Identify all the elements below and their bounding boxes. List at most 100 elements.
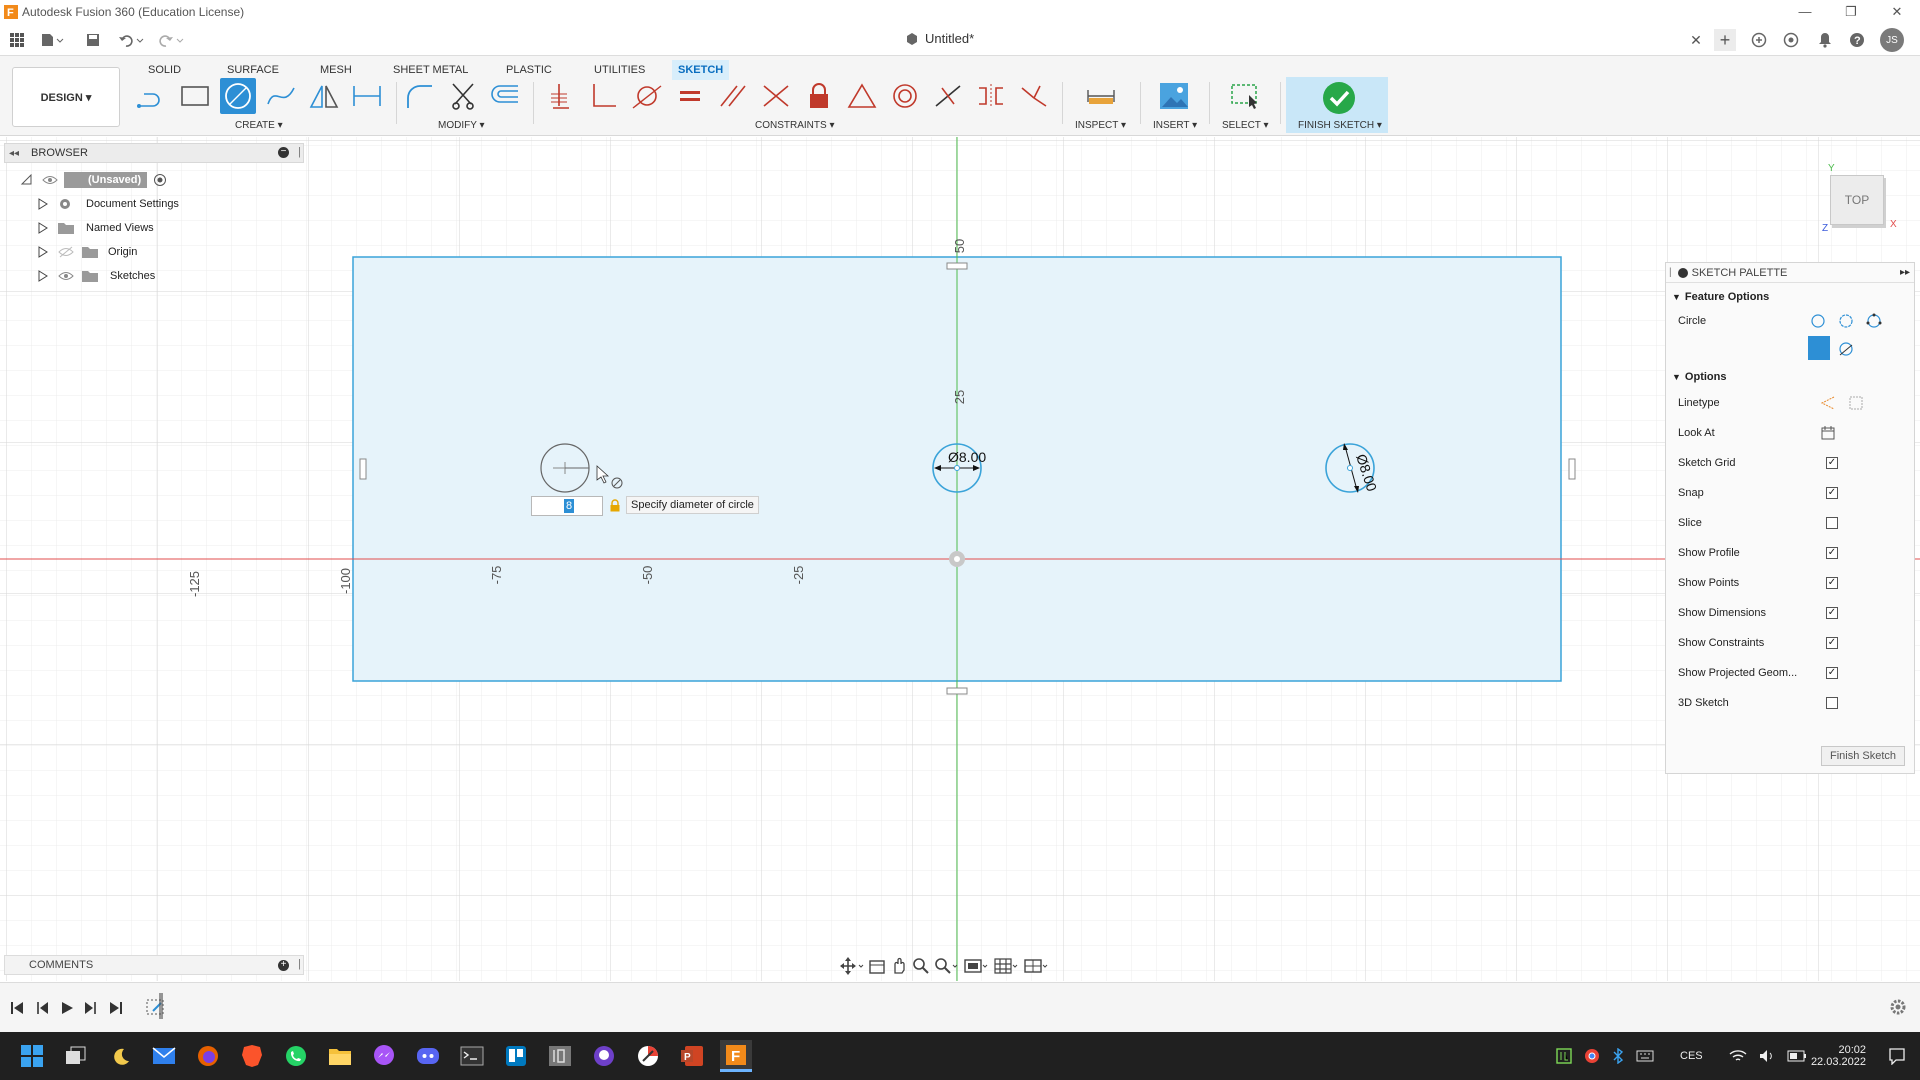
- timeline-previous-icon[interactable]: [35, 1001, 49, 1015]
- app-icon-colored[interactable]: [632, 1040, 664, 1072]
- show-profile-checkbox[interactable]: ✓: [1826, 547, 1838, 559]
- design-workspace-button[interactable]: DESIGN ▾: [12, 67, 120, 127]
- two-point-circle-icon[interactable]: [1838, 313, 1854, 329]
- coincident-constraint-icon[interactable]: [543, 78, 579, 114]
- save-icon[interactable]: [82, 29, 104, 51]
- terminal-icon[interactable]: [456, 1040, 488, 1072]
- circle-tool-icon[interactable]: [220, 78, 256, 114]
- select-menu[interactable]: SELECT ▾: [1222, 120, 1269, 131]
- expand-triangle-icon[interactable]: [38, 222, 48, 234]
- fix-constraint-icon[interactable]: [801, 78, 837, 114]
- 3d-sketch-checkbox[interactable]: [1826, 697, 1838, 709]
- undo-icon[interactable]: [116, 29, 146, 51]
- start-button-icon[interactable]: [16, 1040, 48, 1072]
- tab-mesh[interactable]: MESH: [314, 60, 358, 80]
- pan-hand-icon[interactable]: [890, 957, 908, 975]
- view-cube-face-top[interactable]: TOP: [1830, 175, 1884, 225]
- close-window-button[interactable]: ✕: [1874, 0, 1920, 23]
- browser-item-sketches[interactable]: Sketches: [38, 266, 155, 286]
- orbit-icon[interactable]: [840, 957, 864, 975]
- tab-solid[interactable]: SOLID: [142, 60, 187, 80]
- comments-pin-icon[interactable]: |: [298, 958, 301, 970]
- show-constraints-checkbox[interactable]: ✓: [1826, 637, 1838, 649]
- feature-options-section[interactable]: ▼ Feature Options: [1672, 287, 1897, 307]
- fit-zoom-icon[interactable]: [934, 957, 960, 975]
- palette-options-icon[interactable]: [1677, 267, 1688, 278]
- collapse-triangle-icon[interactable]: [20, 174, 32, 186]
- browser-header[interactable]: ◂◂ BROWSER − |: [4, 143, 304, 163]
- constraints-menu[interactable]: CONSTRAINTS ▾: [755, 120, 834, 131]
- visibility-eye-icon[interactable]: [58, 270, 74, 282]
- close-tab-icon[interactable]: ✕: [1686, 29, 1706, 51]
- insert-menu[interactable]: INSERT ▾: [1153, 120, 1197, 131]
- zoom-icon[interactable]: [912, 957, 930, 975]
- document-tab[interactable]: Untitled*: [905, 31, 974, 46]
- tangent-circle-icon[interactable]: [1838, 341, 1854, 357]
- center-diameter-circle-icon[interactable]: [1810, 313, 1826, 329]
- curvature-constraint-icon[interactable]: [1016, 78, 1052, 114]
- redo-icon[interactable]: [156, 29, 186, 51]
- show-points-checkbox[interactable]: ✓: [1826, 577, 1838, 589]
- insert-image-icon[interactable]: [1156, 78, 1192, 114]
- volume-icon[interactable]: [1759, 1049, 1775, 1063]
- timeline-first-icon[interactable]: [10, 1001, 24, 1015]
- expand-triangle-icon[interactable]: [38, 198, 48, 210]
- offset-tool-icon[interactable]: [488, 78, 524, 114]
- messenger-icon[interactable]: [368, 1040, 400, 1072]
- parallel-constraint-icon[interactable]: [715, 78, 751, 114]
- arc-tool-icon[interactable]: [263, 78, 299, 114]
- expand-triangle-icon[interactable]: [38, 270, 48, 282]
- job-status-icon[interactable]: [1780, 29, 1802, 51]
- section-collapse-icon[interactable]: ▼: [1672, 372, 1681, 382]
- help-icon[interactable]: ?: [1846, 29, 1868, 51]
- tab-utilities[interactable]: UTILITIES: [588, 60, 651, 80]
- show-projected-geometry-checkbox[interactable]: ✓: [1826, 667, 1838, 679]
- user-avatar[interactable]: JS: [1880, 28, 1904, 52]
- app-grid-icon[interactable]: [6, 29, 28, 51]
- inspect-menu[interactable]: INSPECT ▾: [1075, 120, 1126, 131]
- fusion-360-taskbar-icon[interactable]: F: [720, 1040, 752, 1072]
- select-window-icon[interactable]: [1227, 78, 1263, 114]
- palette-expand-icon[interactable]: ▸▸: [1900, 267, 1910, 278]
- show-dimensions-checkbox[interactable]: ✓: [1826, 607, 1838, 619]
- display-settings-icon[interactable]: [964, 957, 990, 975]
- snap-checkbox[interactable]: ✓: [1826, 487, 1838, 499]
- discord-icon[interactable]: [412, 1040, 444, 1072]
- options-section[interactable]: ▼ Options: [1672, 367, 1897, 387]
- perpendicular-constraint-icon[interactable]: [586, 78, 622, 114]
- timeline-next-icon[interactable]: [84, 1001, 98, 1015]
- look-at-icon[interactable]: [1820, 425, 1836, 441]
- timeline-play-icon[interactable]: [60, 1001, 74, 1015]
- file-menu-icon[interactable]: [38, 29, 68, 51]
- timeline-sketch-item[interactable]: [145, 993, 167, 1019]
- palette-finish-sketch-button[interactable]: Finish Sketch: [1821, 746, 1905, 766]
- browser-item-document-settings[interactable]: Document Settings: [38, 194, 179, 214]
- modify-menu[interactable]: MODIFY ▾: [438, 120, 485, 131]
- task-view-icon[interactable]: [60, 1040, 92, 1072]
- browser-root-item[interactable]: (Unsaved): [20, 170, 167, 190]
- sketch-dimension-icon[interactable]: [349, 78, 385, 114]
- viewports-icon[interactable]: [1024, 957, 1050, 975]
- activate-radio-icon[interactable]: [153, 173, 167, 187]
- collapse-browser-icon[interactable]: ◂◂: [9, 148, 19, 159]
- rectangle-tool-icon[interactable]: [177, 78, 213, 114]
- palette-grip-icon[interactable]: |: [1669, 267, 1672, 278]
- sketch-grid-checkbox[interactable]: ✓: [1826, 457, 1838, 469]
- app-icon-id[interactable]: [544, 1040, 576, 1072]
- finish-sketch-menu[interactable]: FINISH SKETCH ▾: [1298, 120, 1382, 131]
- tab-plastic[interactable]: PLASTIC: [500, 60, 558, 80]
- night-light-icon[interactable]: [104, 1040, 136, 1072]
- extensions-icon[interactable]: [1748, 29, 1770, 51]
- notifications-icon[interactable]: [1814, 29, 1836, 51]
- linetype-construction-icon[interactable]: [1820, 395, 1836, 411]
- create-menu[interactable]: CREATE ▾: [235, 120, 283, 131]
- sketch-palette-header[interactable]: | SKETCH PALETTE ▸▸: [1666, 263, 1914, 283]
- new-tab-icon[interactable]: +: [1714, 29, 1736, 51]
- keyboard-icon[interactable]: [1636, 1050, 1654, 1062]
- view-cube[interactable]: TOP Y X Z: [1822, 163, 1897, 234]
- midpoint-constraint-icon[interactable]: [930, 78, 966, 114]
- powerpoint-icon[interactable]: P: [676, 1040, 708, 1072]
- visibility-eye-icon[interactable]: [42, 174, 58, 186]
- mirror-tool-icon[interactable]: [306, 78, 342, 114]
- timeline-settings-gear-icon[interactable]: [1889, 998, 1907, 1016]
